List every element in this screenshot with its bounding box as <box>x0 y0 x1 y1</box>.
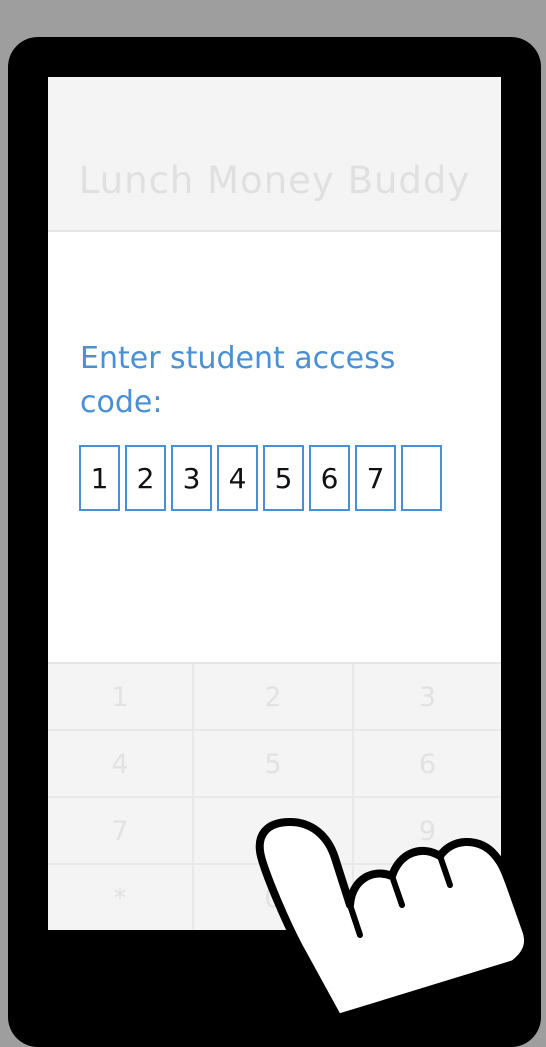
access-code-input[interactable]: 1 2 3 4 5 6 7 <box>79 445 442 511</box>
keypad-row: 7 8 9 <box>48 798 501 865</box>
key-9[interactable]: 9 <box>354 798 501 865</box>
access-code-prompt: Enter student access code: <box>80 341 396 420</box>
app-title: Lunch Money Buddy <box>78 159 471 202</box>
key-7[interactable]: 7 <box>48 798 192 865</box>
keypad-divider <box>352 664 354 930</box>
code-digit-2[interactable]: 2 <box>125 445 166 511</box>
code-digit-3[interactable]: 3 <box>171 445 212 511</box>
code-digit-6[interactable]: 6 <box>309 445 350 511</box>
code-digit-5[interactable]: 5 <box>263 445 304 511</box>
app-header: Lunch Money Buddy <box>48 77 501 232</box>
keypad-row: * 0 <box>48 865 501 930</box>
code-digit-7[interactable]: 7 <box>355 445 396 511</box>
key-1[interactable]: 1 <box>48 664 192 731</box>
keypad-row: 4 5 6 <box>48 731 501 798</box>
key-4[interactable]: 4 <box>48 731 192 798</box>
numeric-keypad: 1 2 3 4 5 6 7 8 9 * 0 <box>48 662 501 930</box>
key-0[interactable]: 0 <box>194 865 352 930</box>
key-blank[interactable] <box>354 865 501 930</box>
keypad-divider <box>192 664 194 930</box>
code-digit-8[interactable] <box>401 445 442 511</box>
key-3[interactable]: 3 <box>354 664 501 731</box>
key-8[interactable]: 8 <box>194 798 352 865</box>
key-5[interactable]: 5 <box>194 731 352 798</box>
code-digit-1[interactable]: 1 <box>79 445 120 511</box>
key-6[interactable]: 6 <box>354 731 501 798</box>
key-2[interactable]: 2 <box>194 664 352 731</box>
key-star[interactable]: * <box>48 865 192 930</box>
app-screen: Lunch Money Buddy Enter student access c… <box>48 77 501 930</box>
code-digit-4[interactable]: 4 <box>217 445 258 511</box>
keypad-row: 1 2 3 <box>48 664 501 731</box>
